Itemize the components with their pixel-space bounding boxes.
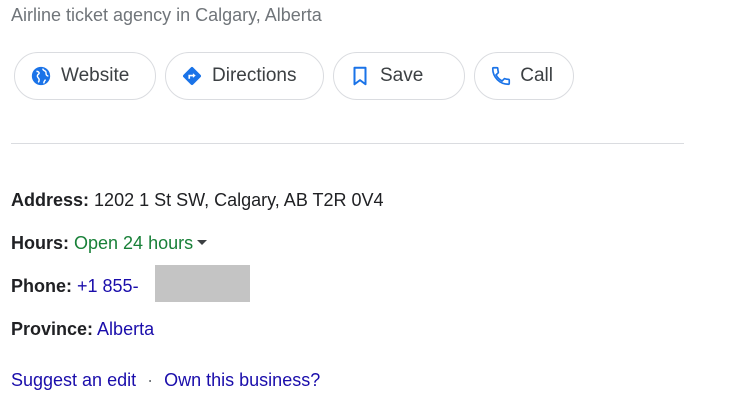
business-category: Airline ticket agency in Calgary, Albert… [11, 5, 322, 25]
phone-row: Phone: +1 855- [11, 276, 139, 297]
redaction-box [155, 265, 250, 302]
hours-value[interactable]: Open 24 hours [74, 233, 193, 253]
suggest-edit-link[interactable]: Suggest an edit [11, 370, 136, 390]
hours-row: Hours: Open 24 hours [11, 233, 208, 254]
own-business-link[interactable]: Own this business? [164, 370, 320, 390]
website-label: Website [61, 65, 130, 86]
bookmark-icon [348, 64, 372, 88]
province-link[interactable]: Alberta [97, 319, 154, 339]
chevron-down-icon[interactable] [197, 239, 208, 245]
save-label: Save [380, 65, 424, 86]
address-label: Address: [11, 190, 90, 210]
directions-label: Directions [212, 65, 297, 86]
save-button[interactable]: Save [333, 52, 465, 100]
phone-label: Phone: [11, 276, 72, 296]
directions-icon [180, 64, 204, 88]
divider [11, 143, 684, 144]
separator: · [147, 370, 154, 390]
address-value[interactable]: 1202 1 St SW, Calgary, AB T2R 0V4 [94, 190, 384, 210]
globe-icon [29, 64, 53, 88]
directions-button[interactable]: Directions [165, 52, 324, 100]
province-label: Province: [11, 319, 94, 339]
phone-value[interactable]: +1 855- [77, 276, 139, 296]
website-button[interactable]: Website [14, 52, 156, 100]
province-row: Province: Alberta [11, 319, 154, 340]
call-label: Call [520, 65, 553, 86]
hours-label: Hours: [11, 233, 69, 253]
action-buttons: Website Directions Save Call [14, 52, 574, 100]
call-button[interactable]: Call [474, 52, 574, 100]
phone-icon [489, 64, 512, 88]
address-row: Address: 1202 1 St SW, Calgary, AB T2R 0… [11, 190, 384, 211]
footer-links: Suggest an edit · Own this business? [11, 370, 320, 391]
